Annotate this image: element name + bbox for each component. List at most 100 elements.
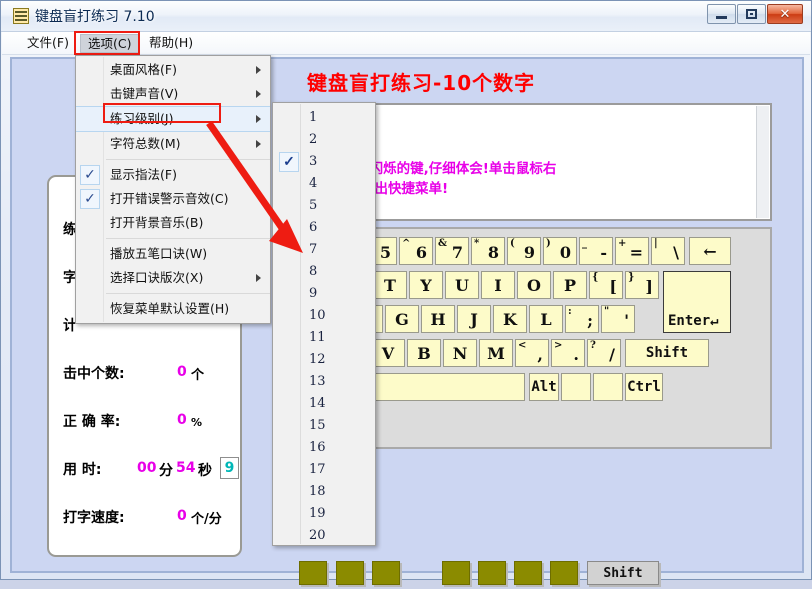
key-shift-legend: { [592,272,599,283]
options-menu-item-label: 选择口诀版次(X) [110,270,204,285]
key-x[interactable]: | \ [651,237,685,265]
key-enter[interactable]: Enter↵ [663,271,731,333]
level-submenu-item-16[interactable]: 16 [273,437,375,459]
key-legend: P [563,275,577,295]
key-u[interactable]: U [445,271,479,299]
level-submenu-item-label: 14 [309,396,326,411]
level-submenu-item-3[interactable]: ✓ 3 [273,151,375,173]
stat-row-hits: 击中个数: 0 个 [59,363,237,389]
key-shift-legend: ? [590,340,596,351]
key-i[interactable]: I [481,271,515,299]
options-menu-item-3[interactable]: 字符总数(M) [76,132,270,156]
key-9[interactable]: (9 [507,237,541,265]
options-menu-item-label: 恢复菜单默认设置(H) [110,301,230,316]
close-button[interactable]: ✕ [767,4,803,24]
key-8[interactable]: * 8 [471,237,505,265]
level-submenu-item-12[interactable]: 12 [273,349,375,371]
check-icon: ✓ [80,165,100,185]
key-legend: Y [420,275,432,295]
finger-indicator-row: Shift [299,561,769,589]
key-shift-legend: ) [546,238,551,249]
key-blank[interactable] [561,373,591,401]
stat-unit-minutes: 分 [159,463,173,479]
practice-level-highlight-box [103,103,221,123]
key-legend: Alt [531,379,557,395]
stat-value-minutes: 00 [137,460,157,476]
key-m[interactable]: M [479,339,513,367]
finger-indicator-6 [550,561,578,585]
level-submenu-item-2[interactable]: 2 [273,129,375,151]
key-p[interactable]: P [553,271,587,299]
key-x[interactable]: <, [515,339,549,367]
options-menu-item-5[interactable]: ✓ 打开错误警示音效(C) [76,187,270,211]
options-menu-item-label: 播放五笔口诀(W) [110,246,208,261]
level-submenu-item-11[interactable]: 11 [273,327,375,349]
key-t[interactable]: T [373,271,407,299]
key-g[interactable]: G [385,305,419,333]
key-k[interactable]: K [493,305,527,333]
menu-item-file[interactable]: 文件(F) [20,34,76,52]
level-submenu-item-18[interactable]: 18 [273,481,375,503]
menu-item-help[interactable]: 帮助(H) [142,34,200,52]
key-blank[interactable] [593,373,623,401]
key-x[interactable]: " ' [601,305,635,333]
key-shift[interactable]: Shift [625,339,709,367]
options-menu-item-0[interactable]: 桌面风格(F) [76,58,270,82]
level-submenu-item-8[interactable]: 8 [273,261,375,283]
key-x[interactable]: >. [551,339,585,367]
key-x[interactable]: + = [615,237,649,265]
key-7[interactable]: & 7 [435,237,469,265]
text-scrollbar[interactable] [756,106,769,218]
key-v[interactable]: V [371,339,405,367]
key-legend: Shift [645,345,689,361]
level-submenu-item-1[interactable]: 1 [273,107,375,129]
chevron-right-icon [256,115,261,123]
options-menu-item-6[interactable]: 打开背景音乐(B) [76,211,270,235]
key-ctrl[interactable]: Ctrl [625,373,663,401]
key-n[interactable]: N [443,339,477,367]
level-submenu-item-9[interactable]: 9 [273,283,375,305]
maximize-button[interactable] [737,4,766,24]
options-menu-item-4[interactable]: ✓ 显示指法(F) [76,163,270,187]
key-h[interactable]: H [421,305,455,333]
key-x[interactable]: ? / [587,339,621,367]
key-x[interactable]: _ - [579,237,613,265]
level-submenu-item-13[interactable]: 13 [273,371,375,393]
key-legend: , [537,345,543,364]
level-submenu-item-7[interactable]: 7 [273,239,375,261]
key-j[interactable]: J [457,305,491,333]
key-x[interactable]: :; [565,305,599,333]
menu-separator [106,238,270,239]
key-6[interactable]: ^ 6 [399,237,433,265]
key-alt[interactable]: Alt [529,373,559,401]
level-submenu-item-19[interactable]: 19 [273,503,375,525]
level-submenu-item-14[interactable]: 14 [273,393,375,415]
options-menu-item-8[interactable]: 选择口诀版次(X) [76,266,270,290]
level-submenu-item-15[interactable]: 15 [273,415,375,437]
level-submenu-item-10[interactable]: 10 [273,305,375,327]
key-legend: 6 [415,243,427,262]
key-x[interactable]: }] [625,271,659,299]
key-b[interactable]: B [407,339,441,367]
level-submenu-item-4[interactable]: 4 [273,173,375,195]
level-submenu-item-label: 17 [309,462,326,477]
level-submenu-item-6[interactable]: 6 [273,217,375,239]
options-menu-item-9[interactable]: 恢复菜单默认设置(H) [76,297,270,321]
key-shift-legend: & [438,238,448,249]
level-submenu-item-5[interactable]: 5 [273,195,375,217]
level-submenu-item-17[interactable]: 17 [273,459,375,481]
key-0[interactable]: ) 0 [543,237,577,265]
window-title: 键盘盲打练习 7.10 [35,9,155,25]
key-legend: T [384,275,396,295]
level-submenu-item-20[interactable]: 20 [273,525,375,547]
key-x[interactable]: {[ [589,271,623,299]
key-l[interactable]: L [529,305,563,333]
key-x[interactable]: ← [689,237,731,265]
key-o[interactable]: O [517,271,551,299]
key-y[interactable]: Y [409,271,443,299]
minimize-button[interactable] [707,4,736,24]
finger-indicator-3 [442,561,470,585]
key-shift-legend: * [474,238,480,249]
options-menu-item-label: 打开错误警示音效(C) [110,191,229,206]
options-menu-item-7[interactable]: 播放五笔口诀(W) [76,242,270,266]
